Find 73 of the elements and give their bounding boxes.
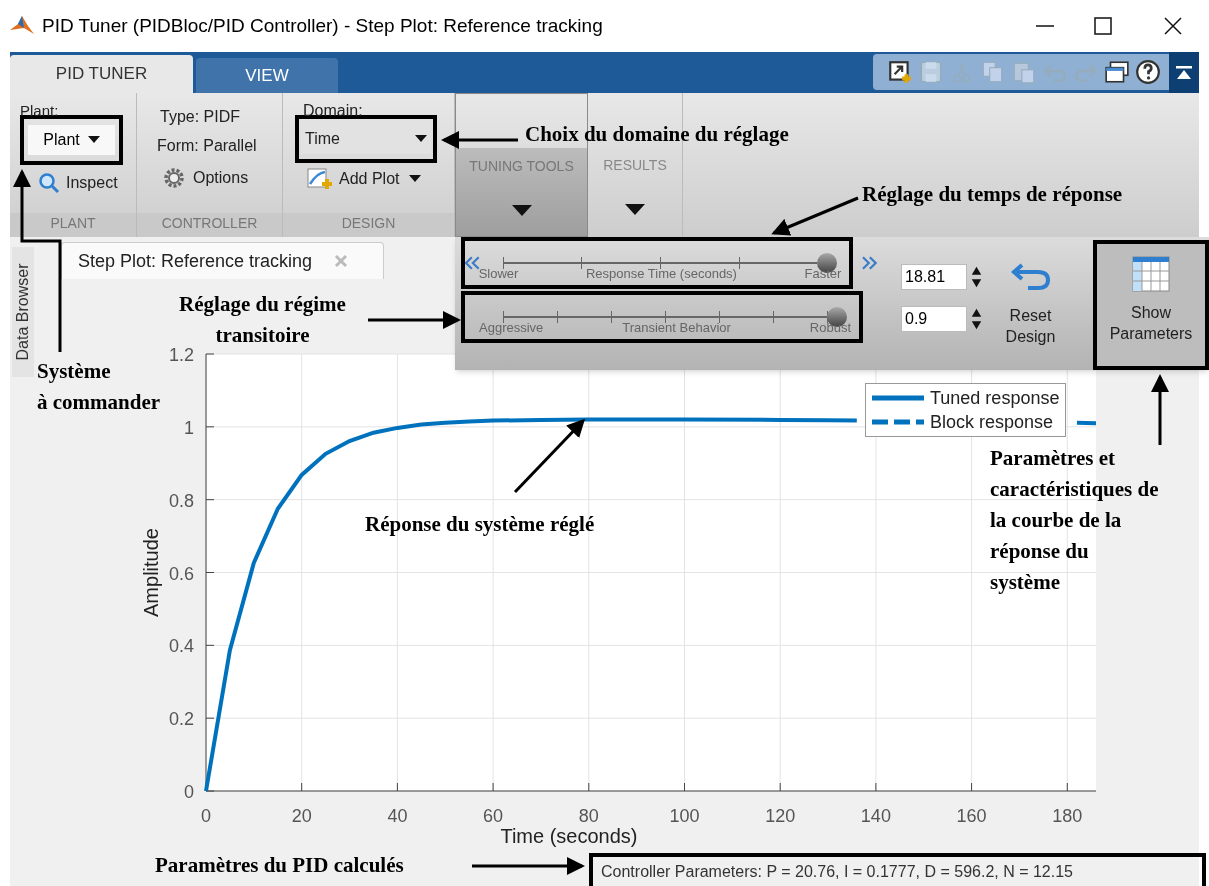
tick-label: 1 bbox=[184, 417, 194, 438]
tick-label: 100 bbox=[669, 806, 700, 826]
double-right-chevron-icon[interactable] bbox=[861, 256, 877, 270]
slider-min-label: Slower bbox=[478, 266, 519, 281]
slider-caption: Response Time (seconds) bbox=[585, 266, 737, 281]
section-label: DESIGN bbox=[283, 213, 454, 237]
ribbon-tab[interactable]: VIEW bbox=[196, 58, 338, 93]
number-field[interactable]: 0.9 bbox=[901, 306, 967, 332]
close-icon[interactable] bbox=[1163, 16, 1183, 36]
slider-caption: Transient Behavior bbox=[622, 320, 731, 335]
tick-label: 0 bbox=[184, 782, 194, 802]
annotation-text: Choix du domaine du réglage bbox=[525, 121, 789, 148]
tick-label: 0.6 bbox=[168, 563, 194, 584]
double-left-chevron-icon[interactable] bbox=[465, 256, 481, 270]
tick-label: 0.2 bbox=[168, 709, 194, 730]
annotation-text: Paramètres du PID calculés bbox=[155, 852, 404, 879]
legend-swatch bbox=[872, 419, 924, 425]
plant-label: Plant: bbox=[20, 103, 60, 119]
section-label: CONTROLLER bbox=[137, 213, 282, 237]
domain-label: Domain: bbox=[302, 103, 364, 119]
help-icon[interactable] bbox=[1135, 59, 1161, 85]
collapse-icon bbox=[1175, 64, 1193, 81]
tick-label: 140 bbox=[860, 806, 891, 826]
annotation-text: Réglage du temps de réponse bbox=[862, 181, 1123, 208]
tick-label: 60 bbox=[483, 806, 504, 826]
show-parameters-button[interactable]: Show Parameters bbox=[1097, 244, 1205, 366]
gear-icon bbox=[163, 167, 185, 189]
tick-label: 0 bbox=[201, 806, 211, 826]
tick-label: 1.2 bbox=[168, 345, 194, 365]
tick-label: 0.8 bbox=[168, 490, 194, 511]
plant-dropdown[interactable]: Plant bbox=[28, 125, 115, 155]
axis-title: Amplitude bbox=[140, 528, 162, 617]
plot-add-icon bbox=[307, 167, 333, 191]
caret-icon bbox=[87, 136, 100, 144]
legend-label: Block response bbox=[930, 411, 1054, 434]
reset-design-button[interactable]: Reset Design bbox=[982, 237, 1079, 370]
caret-icon bbox=[415, 135, 427, 143]
tick-label: 0.4 bbox=[168, 636, 194, 657]
annotation-text: Système à commander bbox=[37, 358, 161, 416]
tick-label: 80 bbox=[578, 806, 599, 826]
axis-title: Time (seconds) bbox=[500, 825, 638, 847]
tick-label: 20 bbox=[291, 806, 312, 826]
annotation-text: Réponse du système réglé bbox=[365, 511, 595, 538]
caret-icon bbox=[511, 205, 532, 217]
search-icon bbox=[38, 172, 60, 194]
window-title: PID Tuner (PIDBloc/PID Controller) - Step Plot: Reference tracking bbox=[42, 13, 603, 38]
slider-min-label: Aggressive bbox=[479, 320, 544, 335]
status-text: Controller Parameters: P = 20.76, I = 0.1777, D = 596.2, N = 12.15 bbox=[601, 861, 1073, 882]
document-tab[interactable]: Step Plot: Reference tracking bbox=[61, 242, 384, 279]
tick-label: 120 bbox=[765, 806, 796, 826]
inspect-button[interactable]: Inspect bbox=[20, 171, 136, 195]
tick-label: 40 bbox=[387, 806, 408, 826]
number-field[interactable]: 18.81 bbox=[901, 264, 967, 290]
controller-type-label: Type: PIDF bbox=[159, 107, 242, 127]
window-layout-icon[interactable] bbox=[1104, 59, 1130, 85]
plant-dropdown-label: Plant bbox=[43, 130, 80, 150]
add-plot-button[interactable]: Add Plot bbox=[295, 167, 454, 191]
tick-label: 180 bbox=[1052, 806, 1083, 826]
side-tab[interactable]: Data Browser bbox=[12, 247, 34, 377]
caret-icon bbox=[409, 175, 422, 183]
tick-label: 160 bbox=[956, 806, 987, 826]
caret-icon bbox=[625, 204, 645, 216]
maximize-icon[interactable] bbox=[1093, 16, 1113, 36]
controller-form-label: Form: Parallel bbox=[157, 136, 258, 156]
table-icon bbox=[1132, 256, 1170, 292]
annotation-text: Réglage du régime transitoire bbox=[178, 291, 347, 348]
legend-label: Tuned response bbox=[930, 387, 1060, 410]
ribbon-tab[interactable]: PID TUNER bbox=[10, 55, 193, 93]
annotation-text: Paramètres et caractéristiques de la courbe de la réponse du système bbox=[990, 445, 1159, 596]
collapse-ribbon-button[interactable] bbox=[1169, 52, 1199, 93]
section-label: PLANT bbox=[10, 213, 136, 237]
options-button[interactable]: Options bbox=[157, 166, 282, 190]
annotation-arrow bbox=[1151, 374, 1169, 445]
